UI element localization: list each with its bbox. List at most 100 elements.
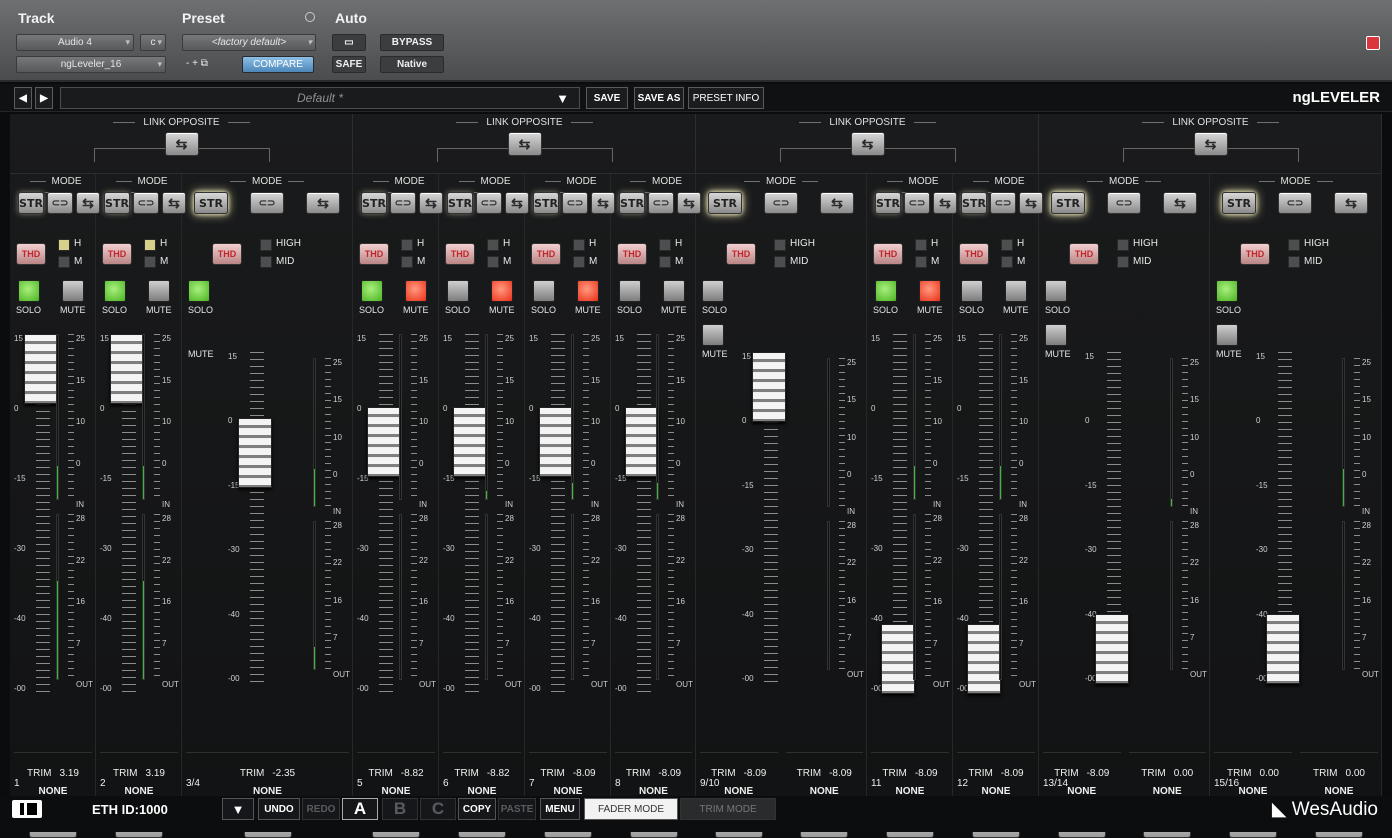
- snapshot-a-button[interactable]: A: [342, 798, 378, 820]
- trim-readout[interactable]: TRIM -8.09: [782, 768, 868, 779]
- high-toggle[interactable]: [774, 239, 786, 251]
- high-toggle[interactable]: [58, 239, 70, 251]
- link-opposite-swap-icon[interactable]: ⇆: [507, 132, 542, 156]
- fader-cap[interactable]: [110, 334, 144, 404]
- high-toggle[interactable]: [1117, 239, 1129, 251]
- fader-cap[interactable]: [367, 406, 401, 477]
- thd-button[interactable]: THD: [1240, 243, 1270, 265]
- high-toggle[interactable]: [573, 239, 585, 251]
- save-button[interactable]: SAVE: [586, 87, 628, 109]
- swap-mode-icon[interactable]: ⇆: [1163, 192, 1197, 214]
- solo-button[interactable]: [447, 280, 469, 302]
- link-mode-icon[interactable]: ⊂⊃: [990, 192, 1016, 214]
- stereo-mode-button[interactable]: STR: [961, 192, 987, 214]
- solo-button[interactable]: [961, 280, 983, 302]
- trim-readout[interactable]: TRIM -8.82: [353, 768, 439, 779]
- trim-readout[interactable]: TRIM -8.09: [1039, 768, 1125, 779]
- solo-button[interactable]: [18, 280, 40, 302]
- high-toggle[interactable]: [1288, 239, 1300, 251]
- paste-button[interactable]: PASTE: [498, 798, 536, 820]
- trim-readout[interactable]: TRIM -2.35: [182, 768, 353, 779]
- fader-cap[interactable]: [539, 406, 573, 477]
- solo-button[interactable]: [619, 280, 641, 302]
- link-opposite-swap-icon[interactable]: ⇆: [1193, 132, 1228, 156]
- stereo-mode-button[interactable]: STR: [1222, 192, 1256, 214]
- compare-button[interactable]: COMPARE: [242, 56, 314, 73]
- preset-name-field[interactable]: Default * ▼: [60, 87, 580, 109]
- mute-button[interactable]: [62, 280, 84, 302]
- solo-button[interactable]: [702, 280, 724, 302]
- stereo-mode-button[interactable]: STR: [18, 192, 44, 214]
- trim-readout[interactable]: TRIM -8.09: [525, 768, 611, 779]
- fader-cap[interactable]: [967, 624, 1001, 694]
- mute-button[interactable]: [919, 280, 941, 302]
- solo-button[interactable]: [1045, 280, 1067, 302]
- trim-readout[interactable]: TRIM 3.19: [10, 768, 96, 779]
- fader-cap[interactable]: [1095, 614, 1129, 684]
- link-mode-icon[interactable]: ⊂⊃: [904, 192, 930, 214]
- safe-button[interactable]: SAFE: [332, 56, 366, 73]
- thd-button[interactable]: THD: [212, 243, 242, 265]
- link-opposite-swap-icon[interactable]: ⇆: [164, 132, 199, 156]
- auto-settings-icon[interactable]: ▭: [332, 34, 366, 51]
- trim-readout[interactable]: TRIM 0.00: [1125, 768, 1211, 779]
- thd-button[interactable]: THD: [873, 243, 903, 265]
- mid-toggle[interactable]: [260, 256, 272, 268]
- solo-button[interactable]: [875, 280, 897, 302]
- device-icon[interactable]: [12, 800, 42, 818]
- host-record-icon[interactable]: [1366, 36, 1380, 50]
- high-toggle[interactable]: [915, 239, 927, 251]
- fader-cap[interactable]: [453, 406, 487, 477]
- link-mode-icon[interactable]: ⊂⊃: [47, 192, 73, 214]
- fader-mode-tab[interactable]: FADER MODE: [584, 798, 678, 820]
- mute-button[interactable]: [577, 280, 599, 302]
- solo-button[interactable]: [188, 280, 210, 302]
- thd-button[interactable]: THD: [359, 243, 389, 265]
- fader-cap[interactable]: [752, 352, 786, 422]
- mid-toggle[interactable]: [401, 256, 413, 268]
- trim-readout[interactable]: TRIM 0.00: [1296, 768, 1382, 779]
- trim-readout[interactable]: TRIM 0.00: [1210, 768, 1296, 779]
- link-opposite-swap-icon[interactable]: ⇆: [850, 132, 885, 156]
- swap-mode-icon[interactable]: ⇆: [306, 192, 340, 214]
- menu-button[interactable]: MENU: [540, 798, 580, 820]
- stereo-mode-button[interactable]: STR: [875, 192, 901, 214]
- high-toggle[interactable]: [260, 239, 272, 251]
- mid-toggle[interactable]: [573, 256, 585, 268]
- redo-button[interactable]: REDO: [302, 798, 340, 820]
- mid-toggle[interactable]: [144, 256, 156, 268]
- link-mode-icon[interactable]: ⊂⊃: [250, 192, 284, 214]
- trim-readout[interactable]: TRIM -8.09: [953, 768, 1039, 779]
- stereo-mode-button[interactable]: STR: [533, 192, 559, 214]
- snapshot-c-button[interactable]: C: [420, 798, 456, 820]
- trim-readout[interactable]: TRIM 3.19: [96, 768, 182, 779]
- preset-option-icon[interactable]: [305, 12, 315, 22]
- stereo-mode-button[interactable]: STR: [1051, 192, 1085, 214]
- stereo-mode-button[interactable]: STR: [619, 192, 645, 214]
- solo-button[interactable]: [104, 280, 126, 302]
- preset-select[interactable]: <factory default>: [182, 34, 316, 51]
- fader-cap[interactable]: [625, 406, 659, 477]
- copy-button[interactable]: COPY: [458, 798, 496, 820]
- track-select[interactable]: Audio 4: [16, 34, 134, 51]
- save-as-button[interactable]: SAVE AS: [634, 87, 684, 109]
- thd-button[interactable]: THD: [726, 243, 756, 265]
- mid-toggle[interactable]: [774, 256, 786, 268]
- link-mode-icon[interactable]: ⊂⊃: [648, 192, 674, 214]
- thd-button[interactable]: THD: [445, 243, 475, 265]
- preset-next-icon[interactable]: ▶: [35, 87, 53, 109]
- mid-toggle[interactable]: [659, 256, 671, 268]
- high-toggle[interactable]: [401, 239, 413, 251]
- mid-toggle[interactable]: [58, 256, 70, 268]
- mute-button[interactable]: [148, 280, 170, 302]
- mute-button[interactable]: [1216, 324, 1238, 346]
- trim-mode-tab[interactable]: TRIM MODE: [680, 798, 776, 820]
- trim-readout[interactable]: TRIM -8.82: [439, 768, 525, 779]
- solo-button[interactable]: [533, 280, 555, 302]
- snapshot-b-button[interactable]: B: [382, 798, 418, 820]
- insert-select[interactable]: ngLeveler_16: [16, 56, 166, 73]
- stereo-mode-button[interactable]: STR: [104, 192, 130, 214]
- thd-button[interactable]: THD: [617, 243, 647, 265]
- mute-button[interactable]: [491, 280, 513, 302]
- swap-mode-icon[interactable]: ⇆: [1334, 192, 1368, 214]
